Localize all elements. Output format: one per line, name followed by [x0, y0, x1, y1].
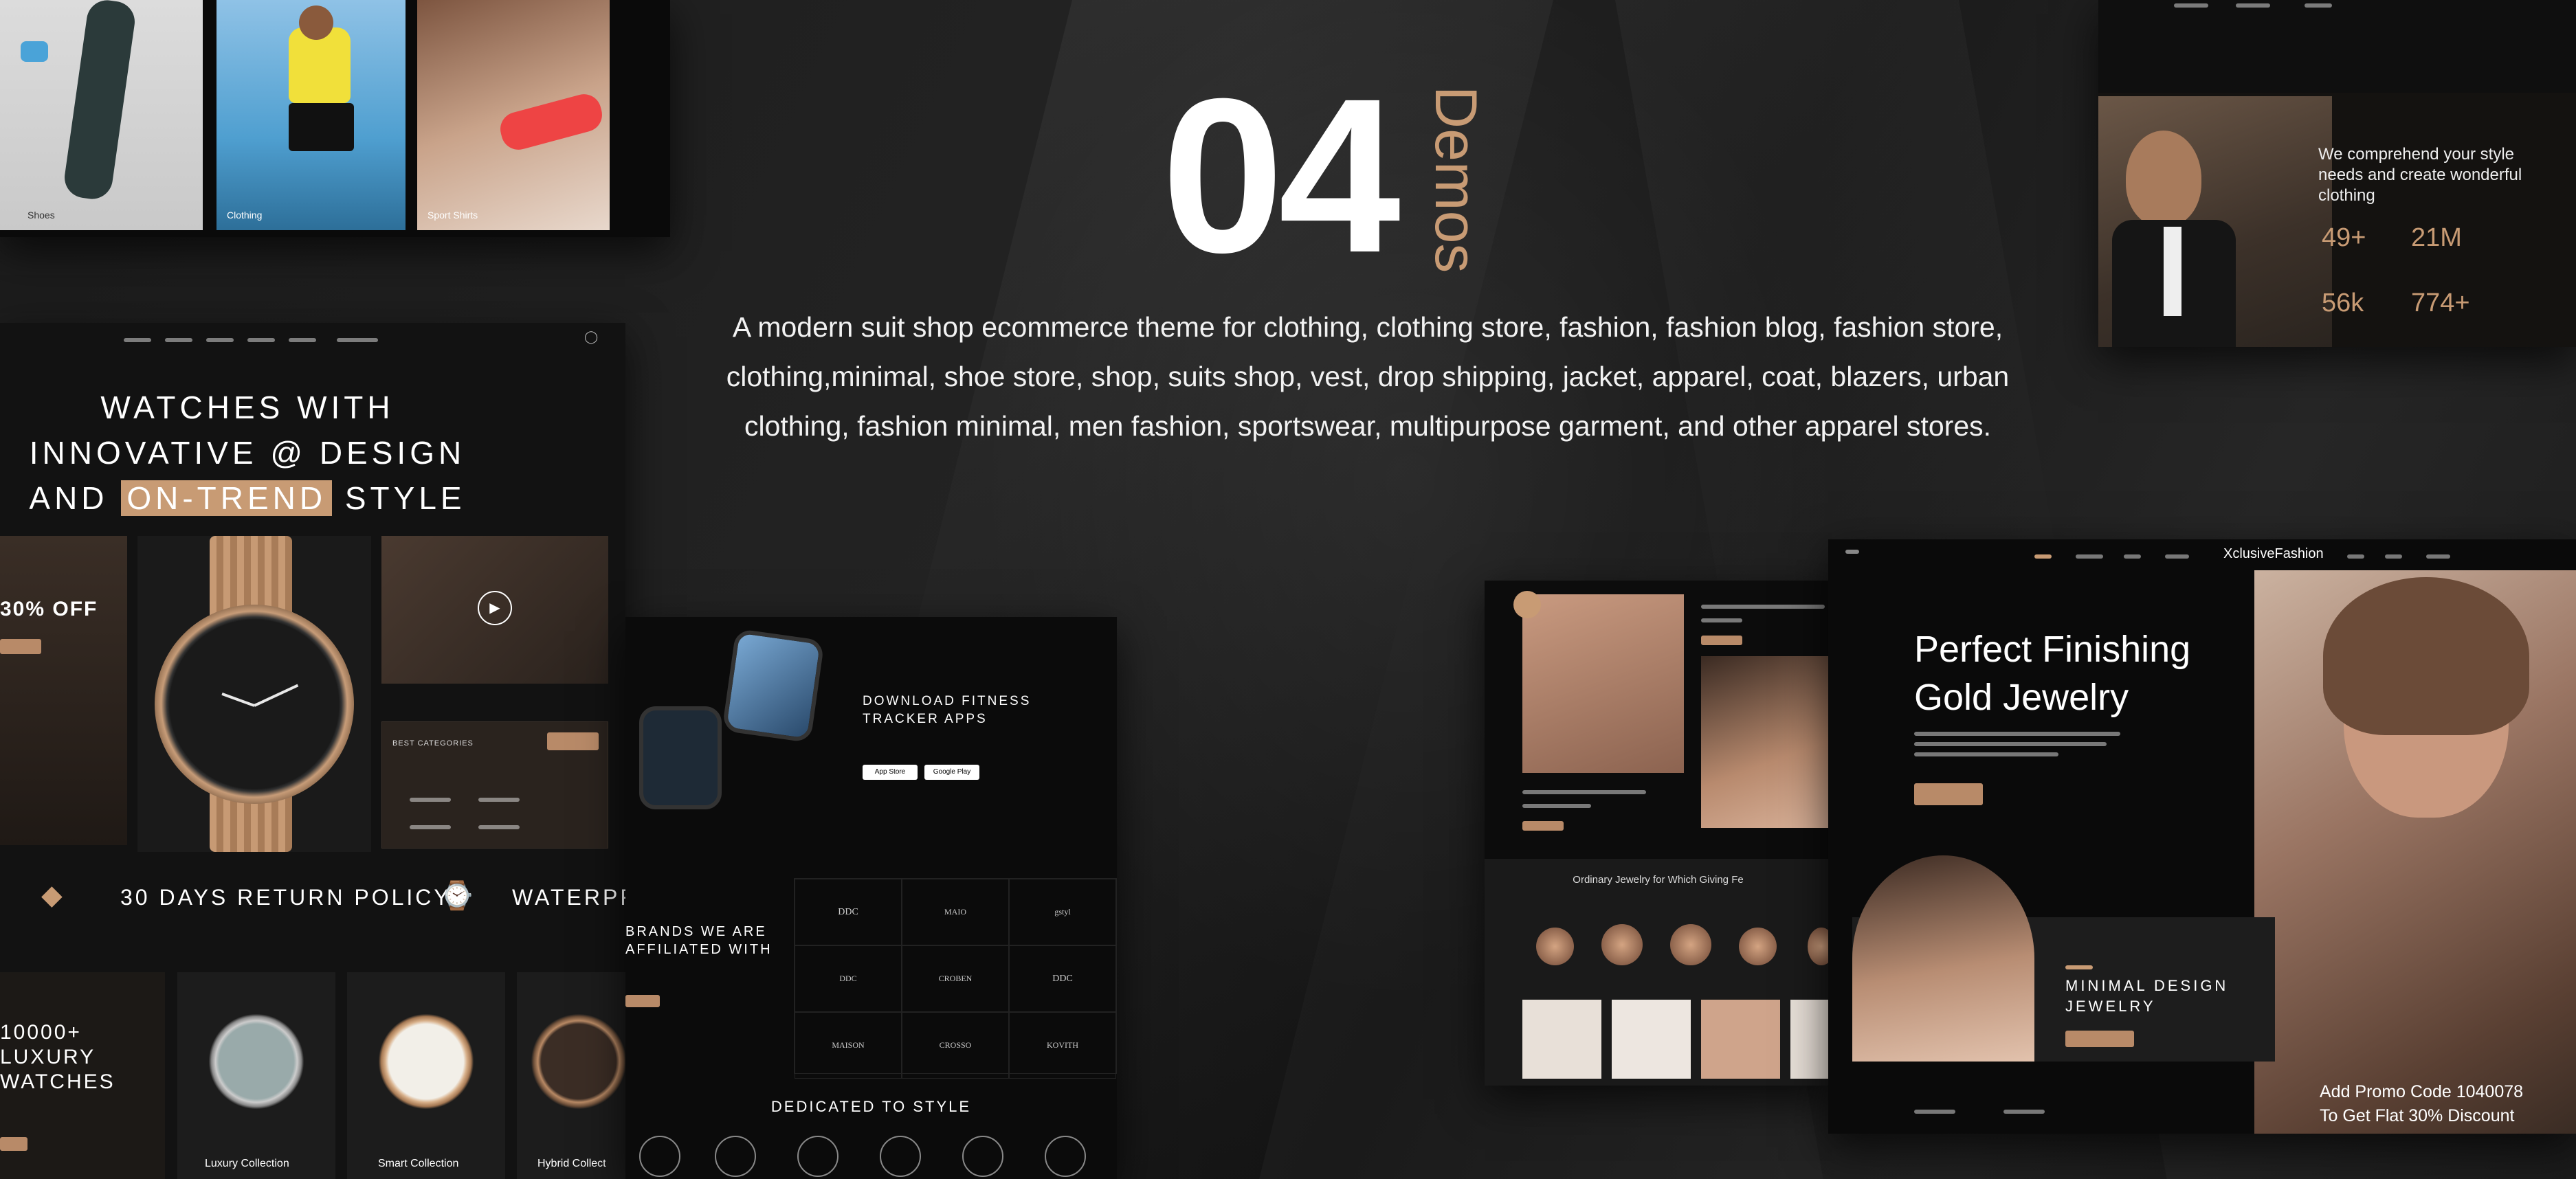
- brand-logo: KOVITH: [1009, 1012, 1116, 1079]
- fitness-demo-panel[interactable]: DOWNLOAD FITNESS TRACKER APPS App Store …: [625, 617, 1117, 1179]
- product-thumb[interactable]: [1790, 1000, 1832, 1079]
- ring-thumb[interactable]: [1601, 924, 1643, 965]
- brand-logo: MAIO: [902, 879, 1009, 945]
- promo-line-1: Add Promo Code 1040078: [2320, 1082, 2524, 1101]
- at-icon: @: [270, 435, 307, 471]
- headline-line-2: INNOVATIVE @ DESIGN: [29, 435, 466, 471]
- watch-demo-panel[interactable]: ◯ WATCHES WITH INNOVATIVE @ DESIGN AND O…: [0, 323, 625, 1179]
- collection-label: Hybrid Collect: [537, 1158, 606, 1169]
- watch-headline: WATCHES WITH INNOVATIVE @ DESIGN AND ON-…: [0, 385, 495, 521]
- jewelry-headline: Perfect Finishing Gold Jewelry: [1914, 629, 2191, 718]
- sport-card-clothing[interactable]: Clothing: [216, 0, 406, 230]
- stat-card[interactable]: 10000+ LUXURY WATCHES: [0, 972, 165, 1179]
- ring-thumb[interactable]: [1536, 928, 1574, 965]
- model-photo: Add Promo Code 1040078 To Get Flat 30% D…: [2254, 570, 2576, 1134]
- collection-card-smart[interactable]: Smart Collection: [347, 972, 505, 1179]
- ear-photo: [1701, 656, 1832, 828]
- best-categories-label: BEST CATEGORIES: [392, 739, 474, 748]
- brand-logo: gstyl: [1009, 879, 1116, 945]
- promo-line-2: To Get Flat 30% Discount: [2320, 1106, 2515, 1125]
- watch-icons-row: [632, 1136, 1113, 1177]
- ring-thumb[interactable]: [1670, 924, 1711, 965]
- main-watch-card[interactable]: [137, 536, 371, 852]
- suit-stats-grid: 49+ 21M 56k 774+: [2322, 213, 2480, 337]
- watch-icon: ⌚: [440, 881, 474, 911]
- stat-value: 56k: [2322, 289, 2364, 317]
- minimal-design-card[interactable]: MINIMAL DESIGN JEWELRY: [1852, 855, 2275, 1062]
- collection-label: Luxury Collection: [205, 1158, 289, 1169]
- necklace-photo: [1522, 594, 1684, 773]
- suit-man-photo: [2098, 96, 2332, 347]
- watch-nav-bar: ◯: [0, 330, 625, 350]
- hero-description: A modern suit shop ecommerce theme for c…: [726, 311, 2010, 442]
- suit-demo-panel[interactable]: We comprehend your style needs and creat…: [2098, 0, 2576, 347]
- features-bar: ◆ 30 DAYS RETURN POLICY ⌚ WATERPRO: [0, 873, 625, 921]
- brand-logo: DDC: [795, 879, 902, 945]
- sports-demo-panel[interactable]: Shoes Clothing Sport Shirts: [0, 0, 670, 237]
- collection-card-hybrid[interactable]: Hybrid Collect: [517, 972, 625, 1179]
- discount-card[interactable]: 30% OFF 22 : 30 : 12: [0, 536, 127, 1027]
- badge-icon: [1513, 591, 1541, 618]
- best-categories-card[interactable]: BEST CATEGORIES: [381, 721, 608, 849]
- brand-name[interactable]: XclusiveFashion: [2223, 546, 2324, 562]
- minimal-title: MINIMAL DESIGN JEWELRY: [2065, 977, 2229, 1015]
- product-thumb[interactable]: [1701, 1000, 1780, 1079]
- feature-waterproof: WATERPRO: [512, 885, 625, 910]
- headline-line-3: AND ON-TREND STYLE: [29, 480, 466, 516]
- stat-value: 21M: [2411, 223, 2462, 252]
- brands-title: BRANDS WE ARE AFFILIATED WITH: [625, 924, 773, 957]
- jewelry-grid-panel[interactable]: Ordinary Jewelry for Which Giving Fe: [1485, 581, 1832, 1086]
- brands-button[interactable]: [625, 995, 660, 1007]
- cart-icon[interactable]: ◯: [584, 330, 598, 344]
- collection-label: Smart Collection: [378, 1158, 459, 1169]
- demos-label: Demos: [1423, 86, 1489, 273]
- headline-line-1: WATCHES WITH: [100, 390, 395, 425]
- caption-clothing: Clothing: [227, 210, 263, 221]
- sport-card-shoes[interactable]: Shoes: [0, 0, 203, 230]
- brand-logo-grid: DDC MAIO gstyl DDC CROBEN DDC MAISON CRO…: [794, 878, 1117, 1079]
- product-thumb[interactable]: [1612, 1000, 1691, 1079]
- app-store-button[interactable]: App Store: [863, 765, 918, 780]
- jewelry-demo-panel[interactable]: XclusiveFashion Perfect Finishing Gold J…: [1828, 539, 2576, 1134]
- brand-logo: DDC: [1009, 945, 1116, 1012]
- collection-title: Ordinary Jewelry for Which Giving Fe: [1573, 874, 1744, 886]
- sport-card-sport-shirts[interactable]: Sport Shirts: [417, 0, 610, 230]
- app-download-title: DOWNLOAD FITNESS TRACKER APPS: [863, 694, 1032, 726]
- woman-portrait: [1852, 855, 2034, 1062]
- caption-shoes: Shoes: [27, 210, 55, 221]
- dedicated-title: DEDICATED TO STYLE: [770, 1098, 972, 1115]
- discount-text: 30% OFF: [0, 598, 98, 620]
- demo-count: 04: [1162, 52, 1401, 298]
- ring-thumb[interactable]: [1739, 928, 1777, 965]
- brand-logo: CROBEN: [902, 945, 1009, 1012]
- caption-sport-shirts: Sport Shirts: [428, 210, 478, 221]
- play-icon[interactable]: ▶: [478, 591, 512, 625]
- minimal-shop-button[interactable]: [2065, 1031, 2134, 1047]
- google-play-button[interactable]: Google Play: [924, 765, 979, 780]
- brand-logo: CROSSO: [902, 1012, 1009, 1079]
- diamond-icon: ◆: [41, 880, 63, 910]
- shop-now-button[interactable]: [1914, 783, 1983, 805]
- suit-headline: We comprehend your style needs and creat…: [2318, 145, 2522, 205]
- jewelry-nav-bar: XclusiveFashion: [1828, 539, 2576, 574]
- collection-card-luxury[interactable]: Luxury Collection: [177, 972, 335, 1179]
- stat-value: 774+: [2411, 289, 2470, 317]
- smartwatch-image: [639, 706, 722, 809]
- brand-logo: MAISON: [795, 1012, 902, 1079]
- smartwatch-image-2: [722, 628, 825, 743]
- stat-value: 49+: [2322, 223, 2366, 252]
- brand-logo: DDC: [795, 945, 902, 1012]
- feature-return-policy: 30 DAYS RETURN POLICY: [120, 885, 452, 910]
- product-thumb[interactable]: [1522, 1000, 1601, 1079]
- video-thumbnail[interactable]: ▶: [381, 536, 608, 684]
